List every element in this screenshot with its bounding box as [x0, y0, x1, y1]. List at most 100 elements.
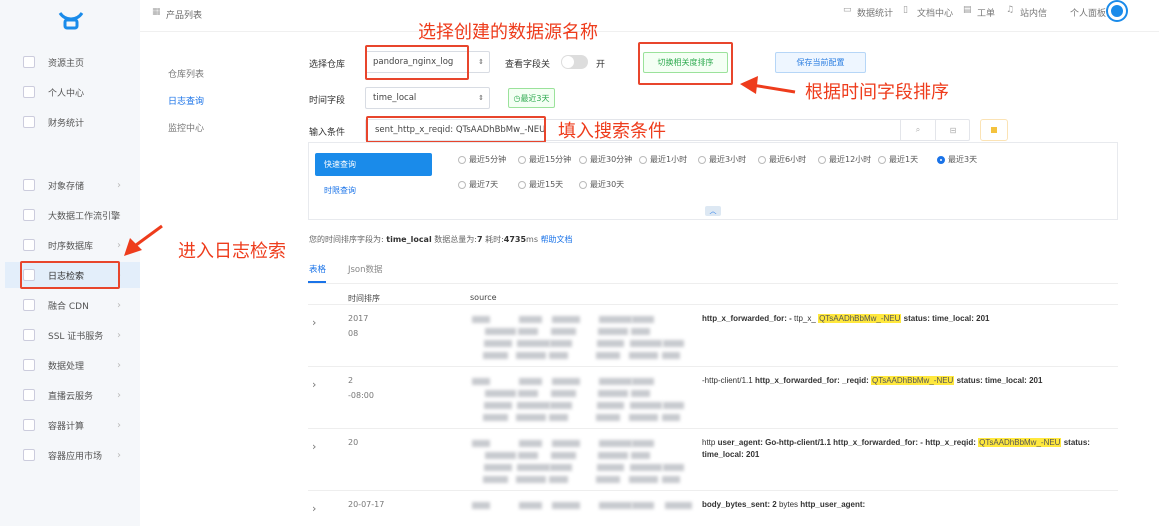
expand-chevron-icon[interactable]: ›: [312, 378, 316, 391]
ticket-icon: ▤: [963, 5, 972, 15]
radio-icon: [758, 155, 766, 164]
time-option-radio[interactable]: 最近3小时: [698, 154, 746, 165]
tab-table[interactable]: 表格: [309, 263, 326, 275]
source-fragment: http_x_forwarded_for:: [754, 376, 840, 385]
sidebar-item-cdn[interactable]: 融合 CDN ›: [5, 292, 140, 318]
stats-icon: ▭: [843, 5, 852, 15]
sidebar-item-ssl[interactable]: SSL 证书服务 ›: [5, 322, 140, 348]
export-icon: ⊟: [949, 125, 957, 135]
expand-chevron-icon[interactable]: ›: [312, 316, 316, 329]
time-option-radio[interactable]: 最近7天: [458, 179, 498, 190]
redacted-text: [517, 464, 550, 471]
finance-icon: [23, 116, 35, 128]
save-config-button[interactable]: 保存当前配置: [775, 52, 866, 73]
tab-time-query[interactable]: 时限查询: [324, 185, 356, 196]
redacted-text: [516, 476, 546, 483]
export-button[interactable]: ⊟: [935, 119, 970, 141]
favorite-button[interactable]: [980, 119, 1008, 141]
redacted-text: [665, 502, 692, 509]
header-link-messages[interactable]: 站内信: [1020, 6, 1047, 19]
source-fragment: _reqid:: [842, 376, 869, 385]
time-option-radio[interactable]: 最近15天: [518, 179, 563, 190]
time-option-radio[interactable]: 最近12小时: [818, 154, 871, 165]
collapse-button[interactable]: ︿: [705, 206, 721, 216]
row-time: -08:00: [348, 391, 374, 400]
sidebar-item-personal[interactable]: 个人中心: [5, 79, 140, 105]
subnav-monitor[interactable]: 监控中心: [168, 121, 204, 134]
radio-icon: [458, 180, 466, 189]
time-option-radio[interactable]: 最近6小时: [758, 154, 806, 165]
redacted-text: [472, 316, 490, 323]
sidebar-item-market[interactable]: 容器应用市场 ›: [5, 442, 140, 468]
redacted-text: [632, 440, 654, 447]
fields-toggle[interactable]: [561, 55, 588, 69]
redacted-text: [484, 402, 512, 409]
storage-icon: [23, 179, 35, 191]
annotation-enter: 进入日志检索: [178, 241, 286, 262]
redacted-text: [549, 352, 568, 359]
search-icon: ⌕: [915, 125, 921, 134]
sidebar-item-finance[interactable]: 财务统计: [5, 109, 140, 135]
redacted-text: [485, 390, 516, 397]
time-field-select[interactable]: time_local ⇕: [365, 87, 490, 109]
redacted-text: [518, 328, 538, 335]
time-option-radio[interactable]: 最近3天: [937, 154, 977, 165]
database-icon: [23, 239, 35, 251]
tab-json[interactable]: Json数据: [348, 263, 383, 275]
redacted-text: [598, 390, 628, 397]
redacted-text: [662, 476, 680, 483]
header-link-ticket[interactable]: 工单: [977, 6, 995, 19]
redacted-text: [552, 316, 580, 323]
time-option-radio[interactable]: 最近1小时: [639, 154, 687, 165]
expand-chevron-icon[interactable]: ›: [312, 440, 316, 453]
user-panel-link[interactable]: 个人面板: [1070, 6, 1106, 19]
tab-quick-query[interactable]: 快速查询: [315, 153, 432, 176]
grid-icon: ▦: [152, 7, 161, 17]
redacted-text: [549, 476, 568, 483]
time-option-radio[interactable]: 最近15分钟: [518, 154, 571, 165]
result-info: 您的时间排序字段为: time_local 数据总量为:7 耗时:4735ms …: [309, 235, 573, 244]
redacted-text: [519, 440, 542, 447]
sidebar-item-storage[interactable]: 对象存储 ›: [5, 172, 140, 198]
sidebar-item-data-processing[interactable]: 数据处理 ›: [5, 352, 140, 378]
table-row[interactable]: [308, 304, 1118, 305]
search-button[interactable]: ⌕: [900, 119, 935, 141]
redacted-text: [552, 440, 580, 447]
divider: [308, 283, 1118, 284]
redacted-text: [597, 340, 624, 347]
time-option-radio[interactable]: 最近1天: [878, 154, 918, 165]
table-row[interactable]: [308, 490, 1118, 491]
sidebar-item-tsdb[interactable]: 时序数据库 ›: [5, 232, 140, 258]
clock-icon: ◷: [513, 93, 521, 103]
redacted-text: [483, 476, 508, 483]
time-range-button[interactable]: ◷ 最近3天: [508, 88, 555, 108]
avatar[interactable]: [1108, 2, 1126, 20]
doc-icon: ▯: [903, 5, 908, 15]
sidebar-item-container[interactable]: 容器计算 ›: [5, 412, 140, 438]
sidebar-item-bigdata[interactable]: 大数据工作流引擎 ›: [5, 202, 140, 228]
source-fragment: time_local: 201: [932, 314, 990, 323]
source-fragment: http_x_forwarded_for: -: [702, 314, 792, 323]
sidebar-item-live[interactable]: 直播云服务 ›: [5, 382, 140, 408]
time-option-radio[interactable]: 最近5分钟: [458, 154, 506, 165]
redacted-text: [551, 452, 576, 459]
table-row[interactable]: [308, 366, 1118, 367]
help-doc-link[interactable]: 帮助文档: [541, 235, 573, 244]
subnav-log-query[interactable]: 日志查询: [168, 94, 204, 107]
row-time: 20: [348, 438, 359, 447]
redacted-text: [519, 378, 542, 385]
redacted-text: [598, 452, 628, 459]
redacted-text: [663, 464, 684, 471]
redacted-text: [550, 402, 572, 409]
subnav-repo-list[interactable]: 仓库列表: [168, 67, 204, 80]
table-row[interactable]: [308, 428, 1118, 429]
header-link-stats[interactable]: 数据统计: [857, 6, 893, 19]
sidebar-item-home[interactable]: 资源主页: [5, 49, 140, 75]
expand-chevron-icon[interactable]: ›: [312, 502, 316, 515]
time-option-radio[interactable]: 最近30分钟: [579, 154, 632, 165]
highlight-box: [365, 45, 469, 80]
highlight-box: [366, 116, 546, 143]
header-link-docs[interactable]: 文档中心: [917, 6, 953, 19]
time-option-radio[interactable]: 最近30天: [579, 179, 624, 190]
row-time: 2017: [348, 314, 369, 323]
